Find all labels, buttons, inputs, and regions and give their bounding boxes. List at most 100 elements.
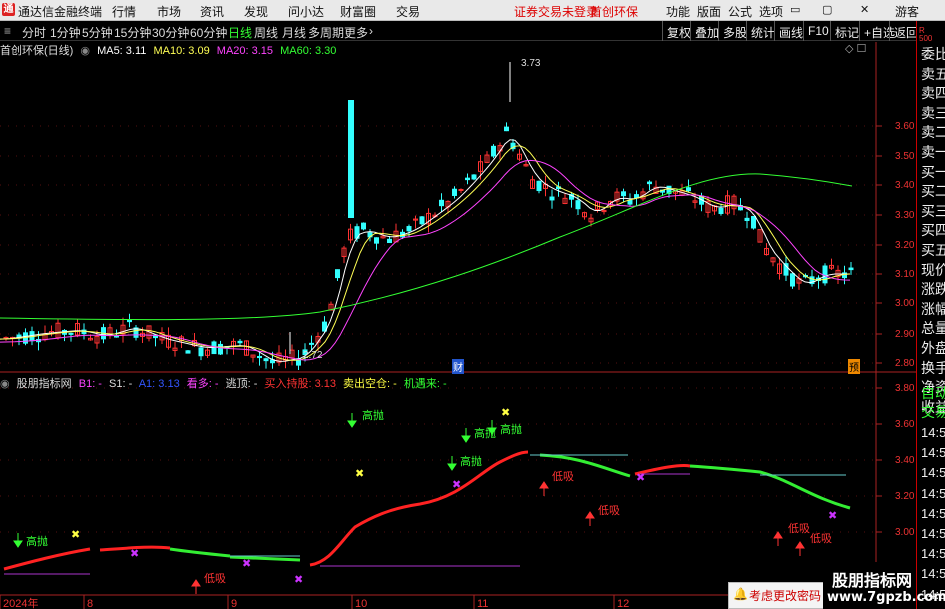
maximize-icon[interactable]: ▢	[822, 3, 832, 16]
chart-tools[interactable]: ◇ ☐	[845, 42, 866, 55]
ma10-label: MA10: 3.09	[153, 45, 210, 57]
app-title: 通达信金融终端	[18, 5, 103, 19]
indicator-y-tick: 3.60	[895, 419, 915, 430]
menu-item-trade[interactable]: 交易	[396, 3, 420, 20]
cross-marker: ✖	[828, 509, 837, 522]
finance-marker[interactable]: 财	[452, 359, 464, 374]
ma20-label: MA20: 3.15	[216, 45, 274, 57]
sidebar-label: 14:56	[921, 425, 945, 440]
indicator-green-line	[169, 547, 231, 558]
candle-body	[374, 237, 379, 244]
sidebar-label: 14:56	[921, 445, 945, 461]
sell-signal-label: 高抛	[460, 454, 482, 468]
period-tab-30min[interactable]: 30分钟	[152, 24, 189, 41]
sidebar-500-label: 500	[919, 34, 933, 43]
period-tab-15min[interactable]: 15分钟	[114, 24, 151, 41]
period-tab-weekly[interactable]: 周线	[254, 24, 278, 41]
indicator-opportunity: 机遇来: -	[403, 378, 447, 390]
menu-item-function[interactable]: 功能	[666, 3, 690, 20]
candle-body	[387, 238, 392, 244]
buy-signal-label: 低吸	[204, 572, 226, 585]
right-sidebar: R 500 委比 卖五 卖四 卖三 卖二 卖一 买一 买二 买三 买四 买五 现价 涨跌 涨幅 总量 外盘 换手…	[916, 21, 945, 609]
candle-body	[465, 177, 470, 181]
cross-marker: ✖	[294, 573, 303, 586]
menu-item-market[interactable]: 市场	[157, 3, 181, 20]
candle-body	[686, 187, 691, 192]
candle-body	[257, 355, 262, 359]
login-notice[interactable]: 证券交易未登录	[514, 3, 598, 20]
chevron-right-icon[interactable]: ›	[369, 24, 373, 38]
indicator-green-line	[229, 555, 301, 562]
cross-marker: ✖	[130, 547, 139, 560]
menu-item-quotes[interactable]: 行情	[112, 3, 136, 20]
candle-body	[822, 265, 828, 284]
y-tick: 3.10	[895, 269, 915, 280]
sidebar-label: 卖一	[921, 144, 945, 160]
period-tab-intraday[interactable]: 分时	[22, 24, 46, 41]
y-tick: 3.60	[895, 121, 915, 132]
indicator-green-line	[689, 464, 851, 510]
stock-name: 首创环保	[590, 5, 639, 19]
security-tip[interactable]: 🔔 考虑更改密码	[728, 582, 824, 609]
ma5-label: MA5: 3.11	[97, 45, 147, 57]
candle-body	[536, 180, 542, 192]
sidebar-label: 14:56	[921, 505, 945, 521]
candle-body	[309, 342, 314, 345]
period-tab-more[interactable]: 更多	[344, 24, 368, 41]
menu-item-ask[interactable]: 问小达	[288, 3, 324, 20]
sell-signal-label: 高抛	[362, 408, 384, 422]
candle-body	[575, 200, 581, 210]
period-tab-1min[interactable]: 1分钟	[50, 24, 81, 41]
indicator-y-tick: 3.40	[895, 455, 915, 466]
sell-signal-label: 高抛	[26, 534, 48, 548]
menu-item-formula[interactable]: 公式	[728, 3, 752, 20]
sidebar-label[interactable]: 自动	[921, 385, 945, 401]
sidebar-label: 14:56	[921, 526, 945, 541]
period-tab-daily[interactable]: 日线	[228, 24, 252, 41]
menu-item-discover[interactable]: 发现	[244, 3, 268, 20]
sell-arrow-icon	[13, 533, 23, 548]
indicator-title: 股朋指标网	[16, 378, 72, 390]
buy-arrow-icon	[773, 531, 783, 546]
indicator-y-tick: 3.00	[895, 527, 915, 538]
x-axis-label: 11	[477, 598, 488, 609]
y-tick: 2.90	[895, 329, 915, 340]
period-toolbar: ≡ 分时 1分钟 5分钟 15分钟 30分钟 60分钟 日线 周线 月线 多周期…	[0, 21, 918, 41]
period-tab-multi[interactable]: 多周期	[308, 24, 344, 41]
indicator-s1: S1: -	[109, 378, 133, 390]
minimize-icon[interactable]: ▭	[790, 3, 800, 16]
candle-body	[68, 332, 74, 335]
menu-item-options[interactable]: 选项	[759, 3, 783, 20]
period-tab-monthly[interactable]: 月线	[282, 24, 306, 41]
star-marker: ✖	[355, 467, 364, 480]
moving-average-lines	[0, 139, 853, 362]
ma-legend: 首创环保(日线) ◉ MA5: 3.11 MA10: 3.09 MA20: 3.…	[0, 42, 340, 58]
candle-body	[348, 100, 354, 218]
collapse-icon[interactable]: ≡	[4, 24, 11, 38]
settings-dot-icon[interactable]: ◉	[80, 45, 90, 57]
cross-marker: ✖	[242, 557, 251, 570]
indicator-settings-icon[interactable]: ◉	[0, 378, 10, 390]
candle-body	[127, 319, 132, 323]
menu-item-news[interactable]: 资讯	[200, 3, 224, 20]
period-tab-5min[interactable]: 5分钟	[82, 24, 113, 41]
watermark: 股朋指标网 www.7gpzb.com	[823, 562, 945, 609]
sidebar-label: 14:56	[921, 546, 945, 562]
candle-body	[419, 216, 425, 225]
sidebar-label[interactable]: 交易	[921, 404, 945, 420]
ma5-line	[0, 139, 850, 362]
sidebar-label: 涨跌	[921, 281, 945, 298]
close-icon[interactable]: ✕	[860, 3, 869, 16]
candle-body	[452, 188, 457, 196]
guest-label[interactable]: 游客	[895, 3, 919, 20]
ma10-line	[0, 145, 851, 361]
x-axis-label: 12	[617, 598, 629, 609]
forecast-marker[interactable]: 预	[848, 359, 860, 374]
kline-chart[interactable]: 高抛高抛高抛 高抛高抛低吸低吸低吸低吸低吸✖✖✖✖✖✖✖✖✖ 2024年 8 9 10 1…	[0, 42, 916, 609]
period-tab-60min[interactable]: 60分钟	[190, 24, 227, 41]
menu-item-wealth[interactable]: 财富圈	[340, 3, 376, 20]
candle-body	[361, 222, 366, 230]
menu-item-layout[interactable]: 版面	[697, 3, 721, 20]
f10-button[interactable]: F10	[803, 21, 833, 41]
low-price-label: 2.72	[303, 350, 323, 361]
